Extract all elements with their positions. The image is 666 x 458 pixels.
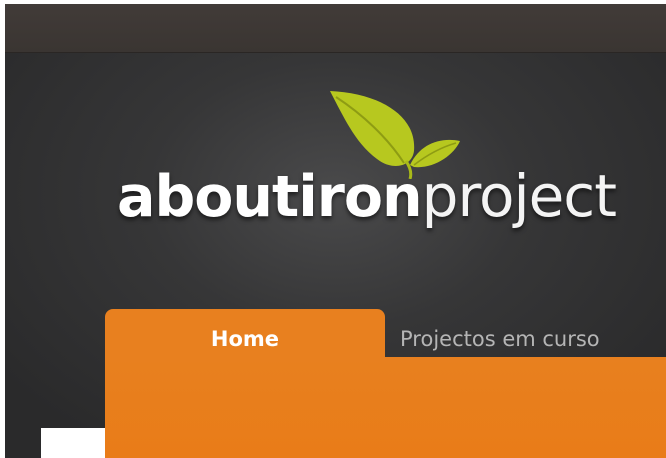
- side-panel: [41, 428, 105, 458]
- site-logo[interactable]: aboutironproject: [117, 89, 617, 249]
- logo-wordmark: aboutironproject: [117, 167, 617, 226]
- logo-text-light: project: [421, 162, 617, 230]
- tab-projectos-em-curso[interactable]: Projectos em curso: [400, 309, 660, 361]
- top-bar: [5, 4, 666, 53]
- page-frame: aboutironproject Home Projectos em curso: [5, 4, 666, 458]
- tab-home[interactable]: Home: [105, 309, 385, 361]
- logo-text-bold: aboutiron: [117, 164, 423, 230]
- content-area: [105, 357, 666, 458]
